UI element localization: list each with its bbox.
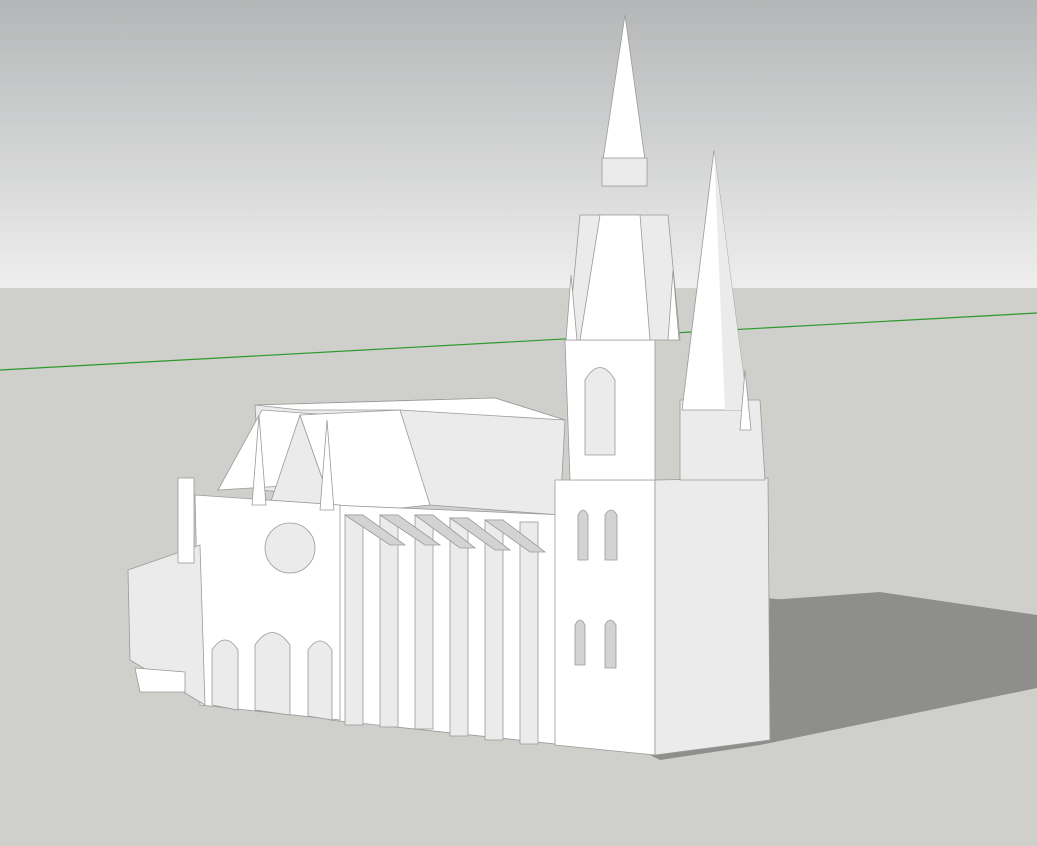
viewport-scene[interactable]	[0, 0, 1037, 846]
rear-tower-body	[679, 399, 766, 481]
main-tower-base-side	[654, 477, 771, 756]
apse-annex	[134, 667, 186, 693]
modeling-viewport[interactable]	[0, 0, 1037, 846]
spire-collar	[601, 157, 648, 187]
portal-arches	[211, 632, 333, 721]
apse-tower	[177, 477, 195, 564]
rose-window	[264, 522, 316, 574]
belfry-window	[584, 367, 616, 456]
sky-background	[0, 0, 1037, 288]
